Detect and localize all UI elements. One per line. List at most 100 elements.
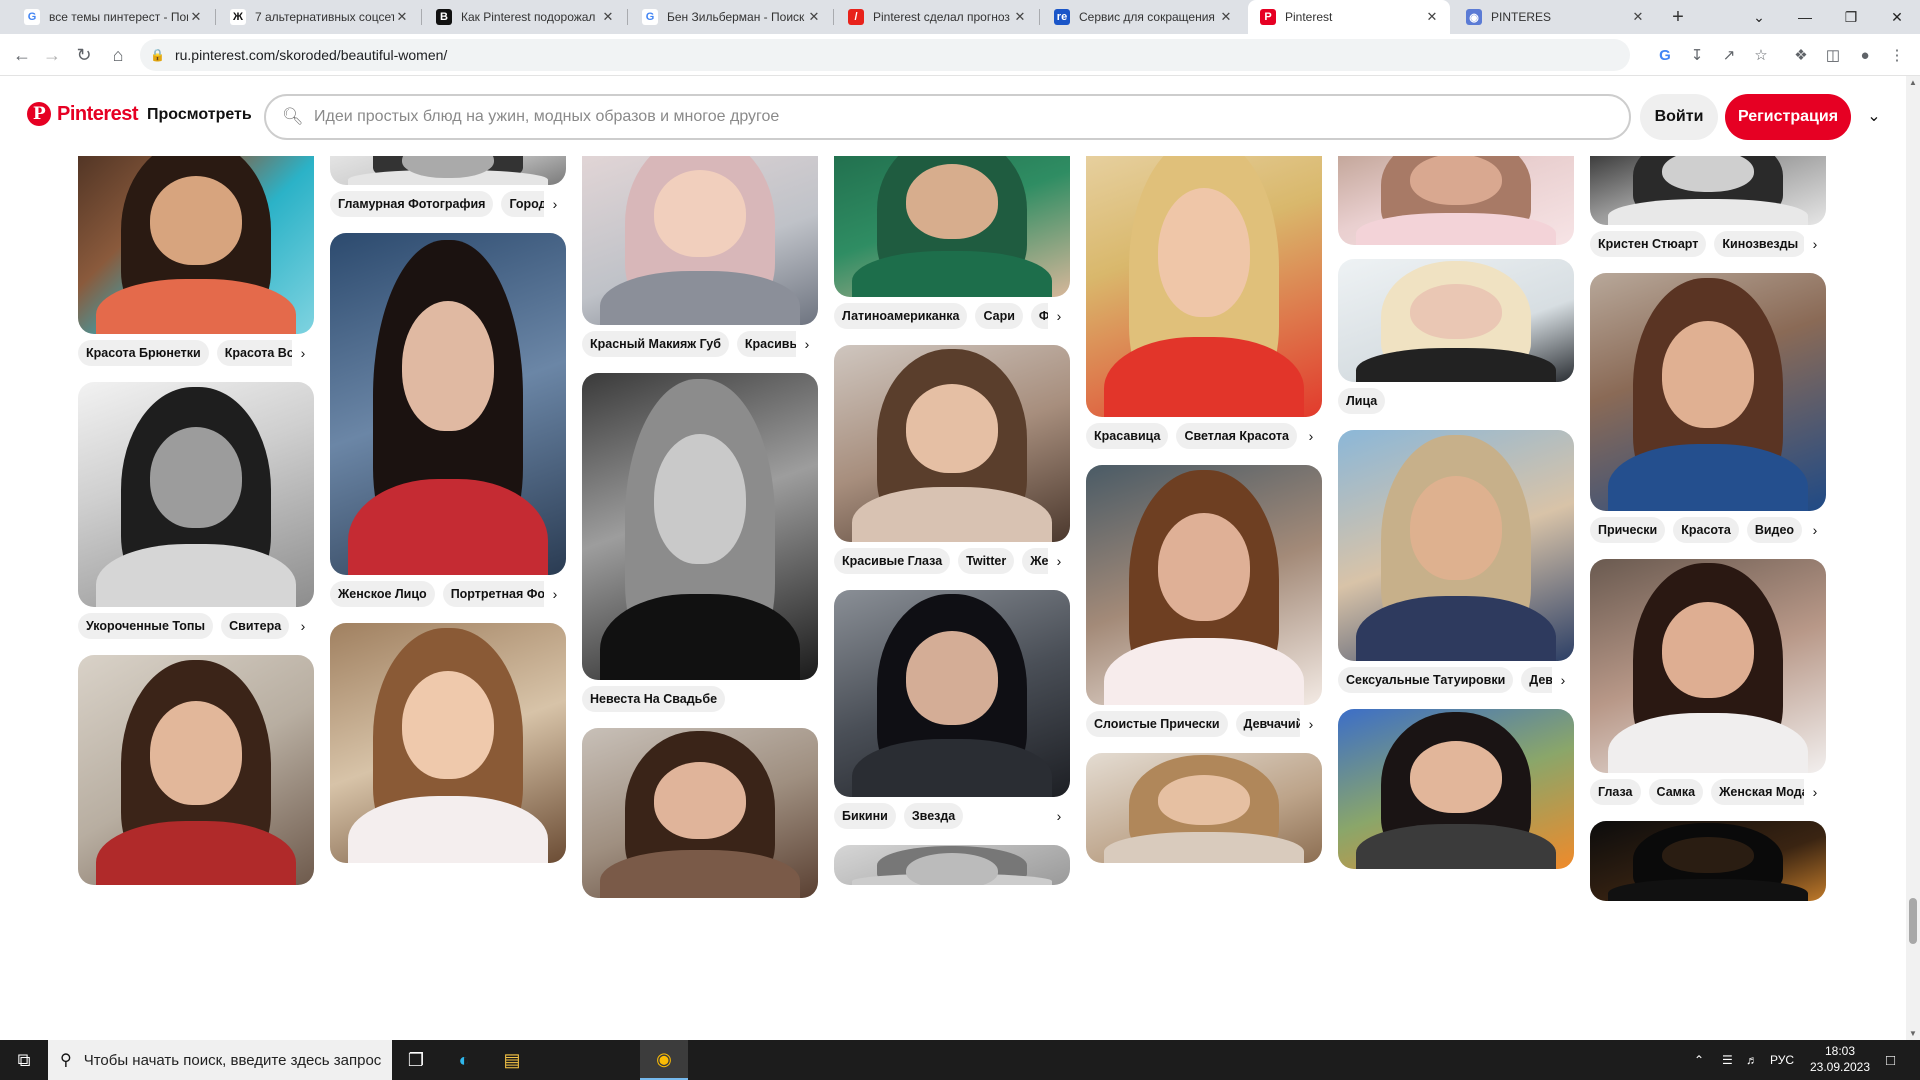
- chevron-right-icon[interactable]: ›: [292, 338, 314, 368]
- browser-tab[interactable]: re Сервис для сокращения ✕: [1042, 0, 1244, 34]
- chevron-right-icon[interactable]: ›: [1300, 421, 1322, 451]
- tab-close-icon[interactable]: ✕: [188, 9, 204, 25]
- pin-tag[interactable]: Красавица: [1086, 423, 1169, 449]
- pin-tag[interactable]: Красный Макияж Губ: [582, 331, 729, 357]
- pin-image[interactable]: [834, 345, 1070, 542]
- pin-tag[interactable]: Светлая Красота: [1176, 423, 1297, 449]
- windows-start-icon[interactable]: ⧉: [0, 1040, 48, 1080]
- file-explorer-icon[interactable]: ▤: [488, 1040, 536, 1080]
- pin-image[interactable]: [330, 233, 566, 575]
- pin-image[interactable]: [1338, 259, 1574, 382]
- pin-tag[interactable]: Сексуальные Татуировки: [1338, 667, 1514, 693]
- pin-tag[interactable]: Гламурная Фотография: [330, 191, 494, 217]
- pin-image[interactable]: [834, 845, 1070, 885]
- notifications-icon[interactable]: □: [1886, 1040, 1895, 1080]
- pin-tag[interactable]: Кристен Стюарт: [1590, 231, 1707, 257]
- browser-tab[interactable]: Ж 7 альтернативных соцсетей✕: [218, 0, 420, 34]
- pin-image[interactable]: [1086, 753, 1322, 863]
- pin-tag[interactable]: Бикини: [834, 803, 896, 829]
- browser-tab[interactable]: Gвсе темы пинтерест - Пои ✕: [12, 0, 214, 34]
- back-button[interactable]: ←: [8, 41, 36, 69]
- pin-image[interactable]: [1086, 465, 1322, 705]
- chevron-right-icon[interactable]: ›: [1804, 515, 1826, 545]
- profile-avatar-icon[interactable]: ●: [1852, 42, 1878, 68]
- chevron-right-icon[interactable]: ›: [544, 579, 566, 609]
- search-bar[interactable]: 🔍︎: [264, 94, 1631, 140]
- pin-image[interactable]: [78, 655, 314, 885]
- search-input[interactable]: [312, 107, 1629, 127]
- tab-close-icon[interactable]: ✕: [394, 9, 410, 25]
- login-button[interactable]: Войти: [1640, 94, 1718, 140]
- chevron-right-icon[interactable]: ›: [1804, 777, 1826, 807]
- browser-tab[interactable]: P Pinterest ✕: [1248, 0, 1450, 34]
- pin-image[interactable]: [1590, 821, 1826, 901]
- chevron-right-icon[interactable]: ›: [1300, 709, 1322, 739]
- volume-speaker-icon[interactable]: ♬: [1746, 1040, 1758, 1080]
- keyboard-language[interactable]: РУС: [1770, 1040, 1794, 1080]
- chevron-down-icon[interactable]: ⌄: [1862, 104, 1886, 128]
- pin-image[interactable]: [1590, 273, 1826, 511]
- tab-close-icon[interactable]: ✕: [1630, 9, 1646, 25]
- browser-menu-icon[interactable]: ⋮: [1884, 42, 1910, 68]
- pin-image[interactable]: [1590, 156, 1826, 225]
- chevron-right-icon[interactable]: ›: [1048, 546, 1070, 576]
- side-panel-icon[interactable]: ◫: [1820, 42, 1846, 68]
- forward-button[interactable]: →: [38, 41, 66, 69]
- chevron-right-icon[interactable]: ›: [544, 189, 566, 219]
- pin-image[interactable]: [1590, 559, 1826, 773]
- pin-image[interactable]: [78, 156, 314, 334]
- signup-button[interactable]: Регистрация: [1725, 94, 1851, 140]
- pin-tag[interactable]: Укороченные Топы: [78, 613, 214, 639]
- chevron-right-icon[interactable]: ›: [1804, 229, 1826, 259]
- pin-tag[interactable]: Twitter: [958, 548, 1015, 574]
- pin-image[interactable]: [330, 623, 566, 863]
- pin-image[interactable]: [582, 156, 818, 325]
- browser-tab[interactable]: G Бен Зильберман - Поиск ✕: [630, 0, 832, 34]
- browser-tab[interactable]: B Как Pinterest подорожал ✕: [424, 0, 626, 34]
- chevron-right-icon[interactable]: ›: [1048, 301, 1070, 331]
- bookmark-star-icon[interactable]: ☆: [1748, 42, 1774, 68]
- pin-tag[interactable]: Женская Мода: [1711, 779, 1817, 805]
- pin-tag[interactable]: Свитера: [221, 613, 290, 639]
- taskbar-search-box[interactable]: ⚲ Чтобы начать поиск, введите здесь запр…: [48, 1040, 392, 1080]
- pin-tag[interactable]: Кинозвезды: [1714, 231, 1807, 257]
- task-view-icon[interactable]: ❐: [392, 1040, 440, 1080]
- tray-overflow-chevron-icon[interactable]: ⌃: [1694, 1040, 1704, 1080]
- tab-close-icon[interactable]: ✕: [806, 9, 822, 25]
- pin-tag[interactable]: Латиноамериканка: [834, 303, 968, 329]
- pin-image[interactable]: [834, 590, 1070, 797]
- scrollbar-thumb[interactable]: [1909, 898, 1917, 944]
- chrome-browser-icon[interactable]: ◉: [640, 1040, 688, 1080]
- pin-image[interactable]: [1338, 709, 1574, 869]
- close-window-icon[interactable]: ✕: [1874, 0, 1920, 34]
- pin-tag[interactable]: Женское Лицо: [330, 581, 435, 607]
- pin-image[interactable]: [834, 156, 1070, 297]
- pin-image[interactable]: [1338, 156, 1574, 245]
- pin-tag[interactable]: Красота Брюнетки: [78, 340, 209, 366]
- home-button[interactable]: ⌂: [104, 41, 132, 69]
- reload-button[interactable]: ↻: [70, 41, 98, 69]
- chevron-right-icon[interactable]: ›: [1552, 665, 1574, 695]
- scroll-up-arrow-icon[interactable]: ▲: [1906, 78, 1920, 87]
- system-clock[interactable]: 18:03 23.09.2023: [1800, 1043, 1880, 1075]
- browser-tab[interactable]: / Pinterest сделал прогноз ✕: [836, 0, 1038, 34]
- pin-image[interactable]: [330, 156, 566, 185]
- network-wifi-icon[interactable]: ☰: [1722, 1040, 1733, 1080]
- new-tab-plus-icon[interactable]: +: [1664, 0, 1692, 34]
- address-bar[interactable]: 🔒 ru.pinterest.com/skoroded/beautiful-wo…: [140, 39, 1630, 71]
- pin-tag[interactable]: Видео: [1746, 517, 1803, 543]
- chevron-right-icon[interactable]: ›: [796, 329, 818, 359]
- page-scrollbar[interactable]: ▲ ▼: [1906, 76, 1920, 1040]
- tab-search-chevron-icon[interactable]: ⌄: [1736, 0, 1782, 34]
- pin-image[interactable]: [582, 373, 818, 680]
- tab-close-icon[interactable]: ✕: [1012, 9, 1028, 25]
- pin-image[interactable]: [1338, 430, 1574, 661]
- pin-tag[interactable]: Лица: [1338, 388, 1386, 414]
- chevron-right-icon[interactable]: ›: [1048, 801, 1070, 831]
- pin-tag[interactable]: Прически: [1590, 517, 1666, 543]
- pin-image[interactable]: [1086, 156, 1322, 417]
- install-app-icon[interactable]: ↧: [1684, 42, 1710, 68]
- browser-tab[interactable]: ◉ PINTERES ✕: [1454, 0, 1656, 34]
- edge-browser-icon[interactable]: ◐: [440, 1040, 488, 1080]
- pin-tag[interactable]: Красота: [1673, 517, 1739, 543]
